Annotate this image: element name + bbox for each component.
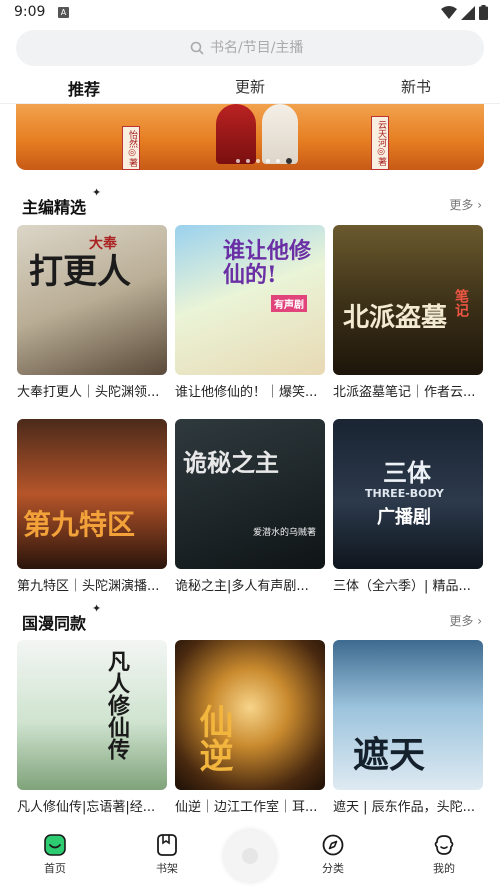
status-bar: 9:09 A <box>0 0 500 26</box>
status-time: 9:09 <box>14 4 46 20</box>
cover-title: 打更人 <box>29 252 131 292</box>
notification-icon: A <box>58 7 69 18</box>
search-input[interactable] <box>210 40 310 56</box>
banner-right-card: 云天河◎著 <box>371 116 389 170</box>
book-cover: 三体 THREE-BODY 广播剧 <box>333 419 483 569</box>
search-bar[interactable] <box>16 30 484 66</box>
book-cover: 仙逆 <box>175 640 325 790</box>
battery-icon <box>479 5 488 20</box>
section-title-editors-picks: 主编精选 <box>18 194 91 218</box>
book-cover: 谁让他修仙的! 有声剧 <box>175 225 325 375</box>
book-card[interactable]: 诡秘之主 爱潜水的乌贼著 诡秘之主|多人有声剧... <box>175 419 325 594</box>
cover-title: 第九特区 <box>23 508 136 541</box>
more-link-donghua[interactable]: 更多 › <box>449 612 482 629</box>
cover-subtitle-2: 广播剧 <box>377 507 431 528</box>
play-icon <box>242 848 258 864</box>
nav-profile[interactable]: 我的 <box>414 834 474 876</box>
banner-figure-red <box>216 104 256 164</box>
carousel-dot <box>236 159 240 163</box>
cover-subtitle: THREE-BODY <box>365 487 444 500</box>
more-label: 更多 <box>449 198 474 212</box>
banner-carousel[interactable]: 怡然◎著 云天河◎著 <box>16 104 484 170</box>
book-title: 三体（全六季）| 精品... <box>333 579 471 594</box>
book-title: 遮天 | 辰东作品，头陀... <box>333 800 476 815</box>
cover-title: 遮天 <box>353 734 426 776</box>
nav-home[interactable]: 首页 <box>25 834 85 876</box>
book-card[interactable]: 凡人修仙传 凡人修仙传|忘语著|经... <box>17 640 167 815</box>
book-title: 仙逆｜边江工作室｜耳... <box>175 800 318 815</box>
book-card[interactable]: 第九特区 第九特区｜头陀渊演播... <box>17 419 167 594</box>
book-title: 大奉打更人｜头陀渊领... <box>17 385 160 400</box>
nav-label: 书架 <box>156 862 178 875</box>
cover-title: 三体 <box>383 458 431 487</box>
bottom-nav: 首页 书架 分类 我的 <box>0 826 500 888</box>
tab-recommend[interactable]: 推荐 <box>68 76 100 100</box>
section-title-text: 国漫同款 <box>22 614 87 633</box>
nav-bookshelf[interactable]: 书架 <box>137 834 197 876</box>
cover-subtitle: 笔记 <box>453 289 469 317</box>
nav-label: 我的 <box>433 862 455 875</box>
section-title-text: 主编精选 <box>22 198 87 217</box>
status-icons <box>441 5 488 20</box>
bookshelf-icon <box>157 834 177 856</box>
cover-subtitle: 大奉 <box>89 236 117 252</box>
search-icon <box>190 41 204 55</box>
home-icon <box>44 834 66 856</box>
cover-title: 诡秘之主 <box>183 448 279 477</box>
sparkle-icon: ✦ <box>92 602 102 615</box>
cover-title: 谁让他修仙的! <box>223 238 312 289</box>
section-title-donghua: 国漫同款 <box>18 610 91 634</box>
sparkle-icon: ✦ <box>92 186 102 199</box>
cover-title: 北派盗墓 <box>343 303 448 333</box>
tab-bar: 推荐 更新 新书 <box>0 76 500 104</box>
cover-subtitle: 爱潜水的乌贼著 <box>253 528 317 538</box>
tab-new-books[interactable]: 新书 <box>401 76 431 97</box>
book-card[interactable]: 北派盗墓 笔记 北派盗墓笔记｜作者云... <box>333 225 483 400</box>
book-title: 第九特区｜头陀渊演播... <box>17 579 160 594</box>
book-cover: 打更人 大奉 <box>17 225 167 375</box>
banner-figure-white <box>262 104 298 164</box>
cover-subtitle: 有声剧 <box>271 295 307 312</box>
carousel-dot <box>246 159 250 163</box>
signal-icon <box>461 5 475 20</box>
carousel-indicator <box>236 158 292 164</box>
banner-left-card: 怡然◎著 <box>122 126 140 170</box>
nav-label: 分类 <box>322 862 344 875</box>
mini-player-button[interactable] <box>224 830 276 882</box>
carousel-dot <box>276 159 280 163</box>
book-card[interactable]: 谁让他修仙的! 有声剧 谁让他修仙的！｜爆笑... <box>175 225 325 400</box>
cover-title: 仙逆 <box>193 704 233 772</box>
nav-category[interactable]: 分类 <box>303 834 363 876</box>
book-cover: 北派盗墓 笔记 <box>333 225 483 375</box>
more-label: 更多 <box>449 614 474 628</box>
book-title: 凡人修仙传|忘语著|经... <box>17 800 156 815</box>
profile-icon <box>434 835 454 855</box>
book-card[interactable]: 仙逆 仙逆｜边江工作室｜耳... <box>175 640 325 815</box>
carousel-dot-active <box>286 158 292 164</box>
book-card[interactable]: 遮天 遮天 | 辰东作品，头陀... <box>333 640 483 815</box>
book-title: 诡秘之主|多人有声剧... <box>175 579 309 594</box>
book-cover: 诡秘之主 爱潜水的乌贼著 <box>175 419 325 569</box>
book-title: 谁让他修仙的！｜爆笑... <box>175 385 318 400</box>
book-card[interactable]: 三体 THREE-BODY 广播剧 三体（全六季）| 精品... <box>333 419 483 594</box>
book-card[interactable]: 打更人 大奉 大奉打更人｜头陀渊领... <box>17 225 167 400</box>
book-cover: 凡人修仙传 <box>17 640 167 790</box>
book-cover: 第九特区 <box>17 419 167 569</box>
carousel-dot <box>266 159 270 163</box>
book-title: 北派盗墓笔记｜作者云... <box>333 385 476 400</box>
book-cover: 遮天 <box>333 640 483 790</box>
nav-label: 首页 <box>44 862 66 875</box>
cover-title: 凡人修仙传 <box>104 650 130 760</box>
wifi-icon <box>441 5 457 19</box>
more-link-editors-picks[interactable]: 更多 › <box>449 196 482 213</box>
compass-icon <box>322 834 344 856</box>
carousel-dot <box>256 159 260 163</box>
tab-updates[interactable]: 更新 <box>235 76 265 97</box>
